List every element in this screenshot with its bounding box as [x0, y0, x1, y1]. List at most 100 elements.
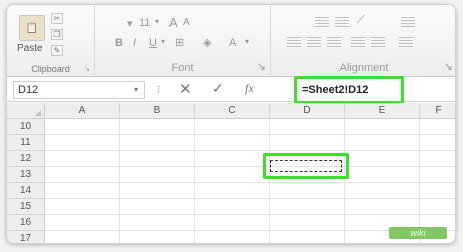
font-size-dropdown[interactable]: 11 [139, 17, 150, 29]
cell-a14[interactable] [45, 183, 120, 199]
font-color-button[interactable]: A [229, 37, 236, 49]
cell-b13[interactable] [120, 167, 195, 183]
column-header-c[interactable]: C [195, 103, 270, 119]
name-box-chevron-icon[interactable]: ▾ [134, 82, 138, 98]
cell-a15[interactable] [45, 199, 120, 215]
paste-icon[interactable]: 📋 [19, 15, 45, 41]
decrease-indent-icon[interactable] [351, 37, 365, 47]
cell-c11[interactable] [195, 135, 270, 151]
cell-a12[interactable] [45, 151, 120, 167]
cell-b16[interactable] [120, 215, 195, 231]
cell-a10[interactable] [45, 119, 120, 135]
cell-e15[interactable] [345, 199, 420, 215]
cell-f14[interactable] [420, 183, 455, 199]
font-color-chevron-icon[interactable]: ▾ [245, 37, 249, 46]
cell-b12[interactable] [120, 151, 195, 167]
row-header-10[interactable]: 10 [7, 119, 45, 135]
cell-f12[interactable] [420, 151, 455, 167]
cut-icon[interactable]: ✂ [51, 13, 63, 24]
cell-e13[interactable] [345, 167, 420, 183]
orientation-icon[interactable]: ⟋ [357, 14, 365, 27]
shrink-font-button[interactable]: A [183, 17, 190, 28]
cell-f10[interactable] [420, 119, 455, 135]
select-all-button[interactable] [7, 103, 45, 119]
cell-a16[interactable] [45, 215, 120, 231]
cell-c13[interactable] [195, 167, 270, 183]
cell-e12[interactable] [345, 151, 420, 167]
font-launcher-icon[interactable]: ↘ [257, 60, 266, 73]
cell-b11[interactable] [120, 135, 195, 151]
selected-cell-d12[interactable] [263, 153, 349, 179]
font-name-dropdown[interactable]: ▾ [127, 17, 133, 30]
cell-f11[interactable] [420, 135, 455, 151]
cell-a11[interactable] [45, 135, 120, 151]
insert-function-icon[interactable]: fx [245, 81, 254, 96]
align-center-icon[interactable] [307, 37, 321, 47]
cell-d10[interactable] [270, 119, 345, 135]
clipboard-launcher-icon[interactable]: ↘ [84, 65, 90, 73]
cell-d14[interactable] [270, 183, 345, 199]
cell-d15[interactable] [270, 199, 345, 215]
format-painter-icon[interactable]: ✎ [51, 45, 63, 56]
cell-d17[interactable] [270, 231, 345, 243]
cell-c16[interactable] [195, 215, 270, 231]
increase-indent-icon[interactable] [371, 37, 385, 47]
paste-button-label[interactable]: Paste [17, 43, 43, 54]
alignment-launcher-icon[interactable]: ↘ [444, 60, 453, 73]
cancel-icon[interactable]: ✕ [179, 80, 192, 98]
cell-a17[interactable] [45, 231, 120, 243]
underline-chevron-icon[interactable]: ▾ [161, 37, 165, 46]
column-header-a[interactable]: A [45, 103, 120, 119]
grow-font-button[interactable]: A [169, 15, 178, 30]
cell-c17[interactable] [195, 231, 270, 243]
column-header-f[interactable]: F [420, 103, 455, 119]
row-header-11[interactable]: 11 [7, 135, 45, 151]
cell-f13[interactable] [420, 167, 455, 183]
cell-d11[interactable] [270, 135, 345, 151]
align-right-icon[interactable] [327, 37, 341, 47]
cell-a13[interactable] [45, 167, 120, 183]
middle-align-icon[interactable] [335, 17, 349, 27]
name-box[interactable]: D12 ▾ [13, 81, 145, 99]
clipboard-group-label: Clipboard [31, 64, 70, 74]
cell-e11[interactable] [345, 135, 420, 151]
name-box-value: D12 [18, 84, 39, 96]
column-header-e[interactable]: E [345, 103, 420, 119]
row-header-12[interactable]: 12 [7, 151, 45, 167]
borders-icon[interactable]: ⊞ [175, 36, 184, 49]
row-header-14[interactable]: 14 [7, 183, 45, 199]
row-header-13[interactable]: 13 [7, 167, 45, 183]
row-header-15[interactable]: 15 [7, 199, 45, 215]
select-all-triangle-icon [35, 110, 41, 116]
cell-c15[interactable] [195, 199, 270, 215]
font-size-chevron-icon[interactable]: ▾ [155, 17, 159, 26]
cell-c10[interactable] [195, 119, 270, 135]
top-align-icon[interactable] [315, 17, 329, 27]
cell-b15[interactable] [120, 199, 195, 215]
align-left-icon[interactable] [287, 37, 301, 47]
row-header-16[interactable]: 16 [7, 215, 45, 231]
column-header-b[interactable]: B [120, 103, 195, 119]
formula-text: =Sheet2!D12 [302, 84, 369, 96]
cell-b17[interactable] [120, 231, 195, 243]
italic-button[interactable]: I [133, 37, 136, 49]
bold-button[interactable]: B [115, 37, 123, 49]
cell-f15[interactable] [420, 199, 455, 215]
font-group-label: Font [171, 62, 194, 74]
column-header-d[interactable]: D [270, 103, 345, 119]
cell-d16[interactable] [270, 215, 345, 231]
wrap-text-icon[interactable] [401, 17, 415, 27]
cell-e10[interactable] [345, 119, 420, 135]
cell-c12[interactable] [195, 151, 270, 167]
cell-e14[interactable] [345, 183, 420, 199]
row-header-17[interactable]: 17 [7, 231, 45, 243]
formula-input[interactable]: =Sheet2!D12 [294, 76, 404, 104]
enter-icon[interactable]: ✓ [212, 80, 224, 97]
underline-button[interactable]: U [149, 37, 157, 49]
cell-c14[interactable] [195, 183, 270, 199]
cell-b14[interactable] [120, 183, 195, 199]
copy-icon[interactable]: ❐ [51, 29, 63, 40]
fill-color-icon[interactable]: ◈ [203, 36, 211, 49]
cell-b10[interactable] [120, 119, 195, 135]
merge-center-icon[interactable] [399, 37, 413, 47]
